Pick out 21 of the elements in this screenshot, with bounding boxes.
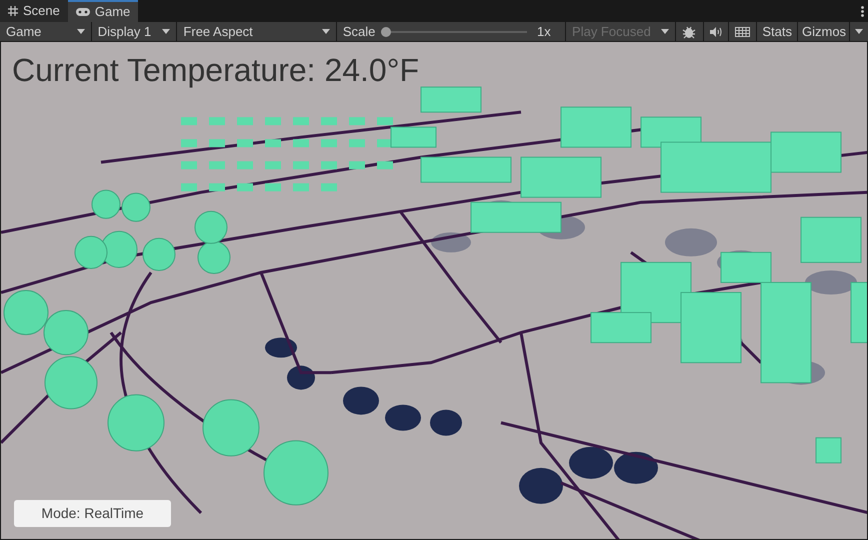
dropdown[interactable]: Display 1 (92, 22, 178, 41)
more-menu-icon[interactable] (861, 6, 864, 17)
scale-slider[interactable] (381, 26, 528, 36)
tab[interactable]: Game (68, 0, 138, 22)
mode-button[interactable]: Mode: RealTime (14, 500, 171, 527)
slider-thumb[interactable] (381, 26, 392, 36)
dropdown[interactable]: Game (0, 22, 92, 41)
stats-button[interactable]: Stats (757, 22, 798, 41)
caret-icon (162, 29, 170, 34)
tab[interactable]: Scene (0, 0, 68, 22)
caret-icon (660, 29, 669, 34)
temperature-label: Current Temperature: 24.0°F (12, 51, 420, 90)
gamepad-icon (76, 8, 90, 16)
caret-icon (76, 29, 85, 34)
grid-icon (8, 6, 18, 16)
caret-icon (322, 29, 330, 34)
gizmos-button[interactable]: Gizmos (798, 22, 850, 41)
scale-reading: 1x (537, 22, 552, 41)
caret-icon (855, 29, 864, 34)
scale-label: Scale (342, 22, 376, 41)
dropdown[interactable]: Free Aspect (177, 22, 337, 41)
